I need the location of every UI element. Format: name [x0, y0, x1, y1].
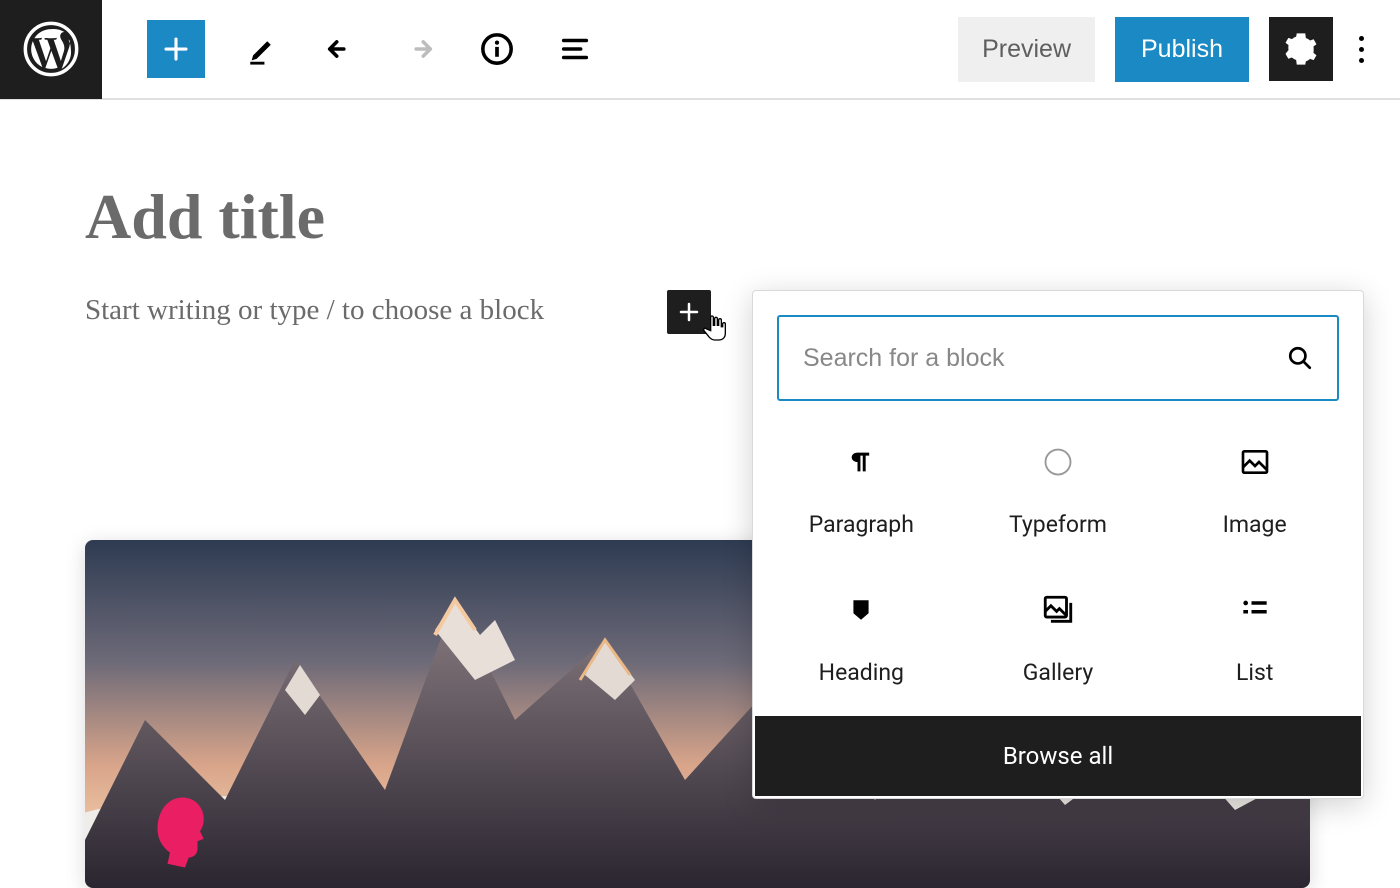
toolbar-right-group: Preview Publish [958, 17, 1400, 82]
block-item-label: Typeform [1009, 511, 1107, 538]
gallery-icon [1041, 593, 1075, 627]
dot-icon [1359, 36, 1364, 41]
head-silhouette-icon [150, 795, 210, 870]
image-icon [1238, 445, 1272, 479]
block-item-label: Image [1223, 511, 1287, 538]
gear-icon [1284, 32, 1318, 66]
block-item-image[interactable]: Image [1156, 445, 1353, 538]
more-menu-button[interactable] [1353, 26, 1370, 73]
block-item-typeform[interactable]: Typeform [960, 445, 1157, 538]
editor-canvas: Add title Start writing or type / to cho… [0, 100, 1400, 327]
publish-button[interactable]: Publish [1115, 17, 1249, 82]
toolbar-left-group [102, 20, 595, 78]
dot-icon [1359, 47, 1364, 52]
plus-icon [677, 300, 701, 324]
edit-mode-button[interactable] [243, 29, 283, 69]
editor-toolbar: Preview Publish [0, 0, 1400, 100]
post-title-input[interactable]: Add title [85, 180, 1315, 254]
wordpress-icon [23, 21, 79, 77]
add-block-button[interactable] [147, 20, 205, 78]
redo-icon [402, 32, 436, 66]
heading-icon [844, 593, 878, 627]
info-button[interactable] [477, 29, 517, 69]
block-grid: Paragraph Typeform Image Heading [753, 425, 1363, 716]
block-item-heading[interactable]: Heading [763, 593, 960, 686]
block-search-field[interactable] [777, 315, 1339, 401]
list-icon [1238, 593, 1272, 627]
redo-button[interactable] [399, 29, 439, 69]
pencil-icon [246, 32, 280, 66]
list-view-icon [558, 32, 592, 66]
search-icon [1287, 345, 1313, 371]
block-inserter-panel: Paragraph Typeform Image Heading [752, 290, 1364, 799]
wordpress-logo[interactable] [0, 0, 102, 99]
undo-icon [324, 32, 358, 66]
block-search-input[interactable] [803, 344, 1287, 373]
preview-button[interactable]: Preview [958, 17, 1095, 82]
block-item-label: Gallery [1023, 659, 1093, 686]
block-item-label: List [1236, 659, 1273, 686]
plus-icon [161, 34, 191, 64]
undo-button[interactable] [321, 29, 361, 69]
info-icon [480, 32, 514, 66]
outline-button[interactable] [555, 29, 595, 69]
dot-icon [1359, 58, 1364, 63]
block-item-label: Paragraph [809, 511, 914, 538]
settings-button[interactable] [1269, 17, 1333, 81]
paragraph-icon [844, 445, 878, 479]
block-item-paragraph[interactable]: Paragraph [763, 445, 960, 538]
block-item-list[interactable]: List [1156, 593, 1353, 686]
browse-all-button[interactable]: Browse all [755, 716, 1361, 796]
block-item-label: Heading [819, 659, 904, 686]
typeform-icon [1041, 445, 1075, 479]
inline-add-block-button[interactable] [667, 290, 711, 334]
block-item-gallery[interactable]: Gallery [960, 593, 1157, 686]
